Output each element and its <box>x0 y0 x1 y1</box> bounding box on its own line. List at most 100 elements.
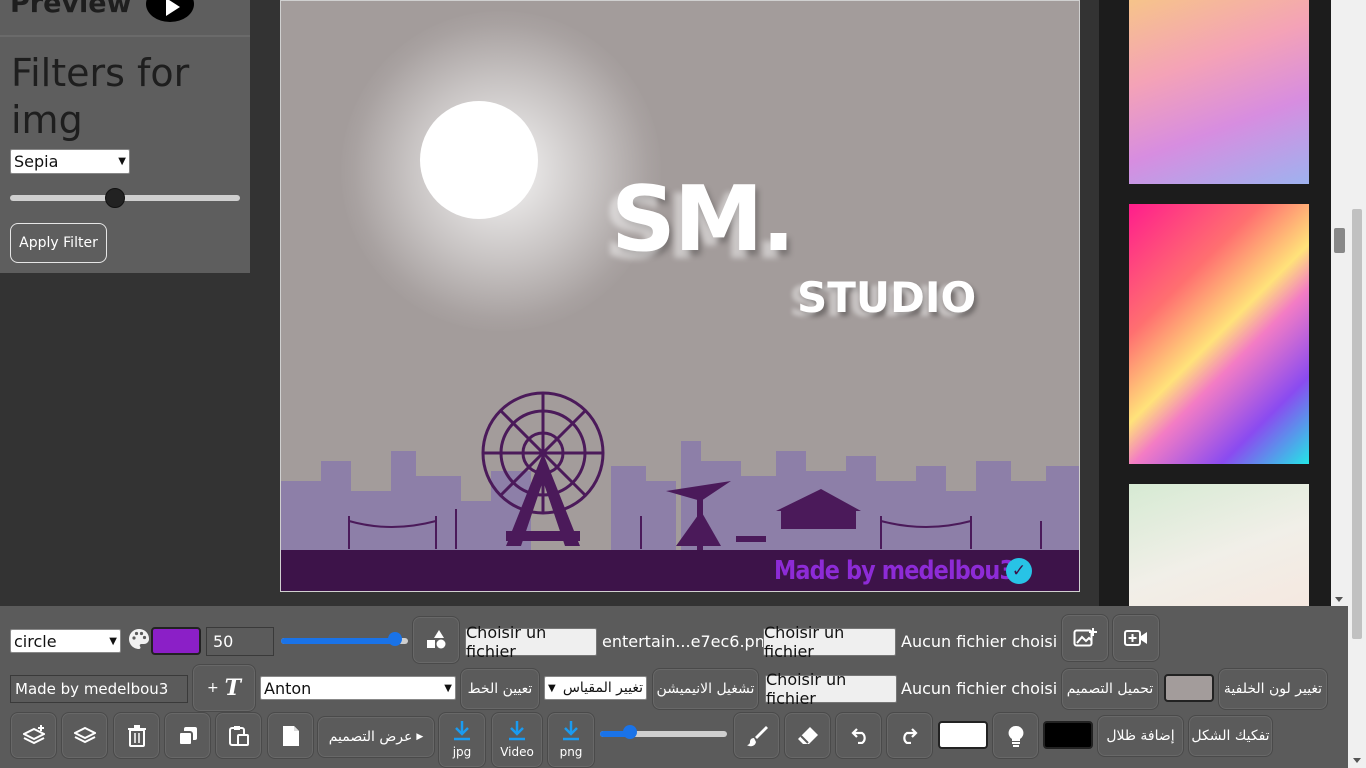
page-scrollbar[interactable] <box>1348 0 1366 768</box>
text-input[interactable]: Made by medelbou3 <box>10 675 188 703</box>
filters-panel: Preview Filters for img Sepia ▼ Apply Fi… <box>0 0 250 273</box>
add-image-button[interactable] <box>1061 614 1109 662</box>
gradient-scrollbar[interactable] <box>1331 0 1348 606</box>
add-shape-button[interactable] <box>412 616 460 664</box>
view-design-button[interactable]: عرض التصميم ▶ <box>317 716 435 758</box>
moon-shape[interactable] <box>420 101 538 219</box>
undo-button[interactable] <box>835 712 882 759</box>
filter-select[interactable]: Sepia ▼ <box>10 149 130 174</box>
brush-size-slider[interactable] <box>600 725 727 739</box>
palette-icon[interactable] <box>127 627 151 651</box>
caret-right-icon: ▶ <box>416 732 424 742</box>
paste-icon <box>228 725 249 746</box>
amusement-park-skyline[interactable] <box>281 381 1080 553</box>
shape-color-picker[interactable] <box>151 627 201 655</box>
add-video-icon <box>1124 630 1147 646</box>
bring-forward-button[interactable] <box>10 712 57 759</box>
gradient-scrollbar-thumb[interactable] <box>1334 228 1345 253</box>
trash-icon <box>127 724 146 747</box>
chevron-down-icon: ▼ <box>109 635 117 647</box>
text-input-value: Made by medelbou3 <box>15 680 169 698</box>
download-icon <box>563 721 579 741</box>
font-select-value: Anton <box>264 678 312 698</box>
change-background-button[interactable]: تغيير لون الخلفية <box>1218 668 1328 710</box>
add-image-icon <box>1073 628 1097 647</box>
background-color-picker[interactable] <box>1164 674 1214 702</box>
download-icon <box>509 721 525 741</box>
page-scrollbar-thumb[interactable] <box>1352 209 1362 639</box>
download-jpg-button[interactable]: jpg <box>438 712 486 768</box>
eraser-button[interactable] <box>784 712 831 759</box>
shape-size-input[interactable]: 50 <box>206 627 274 656</box>
add-video-button[interactable] <box>1112 614 1160 662</box>
eraser-icon <box>797 726 818 744</box>
filter-intensity-slider[interactable] <box>10 188 240 208</box>
filters-title: Filters for img <box>11 51 190 142</box>
choose-file-button-3[interactable]: Choisir un fichier <box>765 670 897 708</box>
choose-file-button-2[interactable]: Choisir un fichier <box>763 623 896 661</box>
chevron-down-icon: ▼ <box>548 682 556 694</box>
chevron-down-icon: ▼ <box>118 156 126 167</box>
add-text-button[interactable]: + T <box>192 664 256 712</box>
send-backward-button[interactable] <box>61 712 108 759</box>
duplicate-button[interactable] <box>164 712 211 759</box>
download-png-label: png <box>559 745 583 759</box>
logo-main-text[interactable]: SM. <box>611 167 796 272</box>
view-design-label: عرض التصميم <box>328 729 413 745</box>
scale-select[interactable]: ▼ تغيير المقياس <box>544 676 647 700</box>
download-icon <box>454 721 470 741</box>
page-scroll-down-arrow-icon[interactable] <box>1353 758 1361 763</box>
gradient-swatch-3[interactable] <box>1129 484 1309 606</box>
lightbulb-icon <box>1008 725 1023 747</box>
play-icon[interactable] <box>146 0 194 22</box>
json-file-icon <box>282 725 299 746</box>
choose-file-button-1[interactable]: Choisir un fichier <box>465 623 597 661</box>
filter-select-value: Sepia <box>14 152 59 171</box>
paste-button[interactable] <box>215 712 262 759</box>
made-by-text[interactable]: Made by medelbou3 <box>774 556 1015 586</box>
brush-color-picker[interactable] <box>938 721 988 749</box>
brush-size-slider-thumb[interactable] <box>623 725 637 739</box>
redo-icon <box>902 727 918 744</box>
add-shadow-button[interactable]: إضافة ظلال <box>1097 715 1184 757</box>
file-name-2: Aucun fichier choisi <box>901 632 1058 651</box>
shape-size-slider-thumb[interactable] <box>388 632 402 646</box>
redo-button[interactable] <box>886 712 933 759</box>
verified-badge-icon: ✓ <box>1006 558 1032 584</box>
gradient-swatch-1[interactable] <box>1129 0 1309 184</box>
run-animation-button[interactable]: تشغيل الانيميشن <box>652 668 759 710</box>
set-font-button[interactable]: تعيين الخط <box>460 668 540 710</box>
app-root: Preview Filters for img Sepia ▼ Apply Fi… <box>0 0 1366 768</box>
download-video-label: Video <box>500 745 534 759</box>
apply-filter-button[interactable]: Apply Filter <box>10 223 107 263</box>
undo-icon <box>850 727 866 744</box>
gradient-swatch-2[interactable] <box>1129 204 1309 464</box>
font-select[interactable]: Anton ▼ <box>260 676 456 700</box>
download-video-button[interactable]: Video <box>491 712 543 768</box>
add-text-plus: + <box>206 680 219 696</box>
load-design-button[interactable]: تحميل التصميم <box>1061 668 1159 710</box>
file-name-1: entertain...e7ec6.png <box>602 632 775 651</box>
file-name-3: Aucun fichier choisi <box>901 679 1058 698</box>
download-jpg-label: jpg <box>452 745 472 759</box>
brush-button[interactable] <box>733 712 780 759</box>
shape-select[interactable]: circle ▼ <box>10 629 121 653</box>
copy-icon <box>177 726 197 746</box>
brush-icon <box>746 725 768 746</box>
delete-button[interactable] <box>113 712 160 759</box>
design-canvas[interactable]: SM. STUDIO Made by medelbou3 ✓ <box>280 0 1080 592</box>
shadow-color-picker[interactable] <box>1043 721 1093 749</box>
logo-sub-text[interactable]: STUDIO <box>797 273 976 322</box>
filter-slider-thumb[interactable] <box>105 188 125 208</box>
gradient-panel <box>1099 0 1331 606</box>
glow-button[interactable] <box>992 712 1039 759</box>
scroll-down-arrow-icon[interactable] <box>1335 597 1343 602</box>
preview-row: Preview <box>0 0 250 37</box>
shape-size-slider-fill <box>281 638 395 644</box>
export-json-button[interactable] <box>267 712 314 759</box>
shape-size-slider[interactable] <box>281 632 408 646</box>
scale-select-value: تغيير المقياس <box>562 680 643 696</box>
download-png-button[interactable]: png <box>547 712 595 768</box>
ungroup-button[interactable]: تفكيك الشكل <box>1188 715 1273 757</box>
shapes-icon <box>427 630 446 649</box>
